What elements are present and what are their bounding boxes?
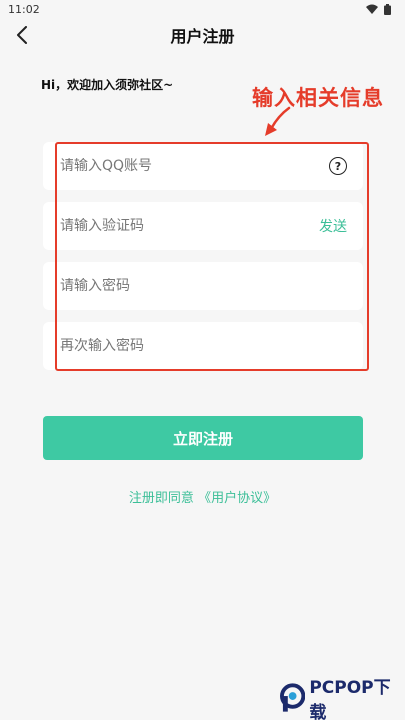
password-input[interactable]: [60, 278, 347, 294]
watermark-text: PCPOP下载: [309, 678, 391, 720]
status-icons: [366, 3, 391, 15]
back-arrow-icon: [17, 26, 27, 44]
wifi-icon: [366, 4, 378, 14]
agreement-prefix: 注册即同意: [128, 491, 199, 506]
watermark: PCPOP下载: [280, 678, 405, 720]
agreement-text: 注册即同意 《用户协议》: [0, 487, 405, 506]
back-button[interactable]: [10, 22, 34, 48]
greeting-text: Hi，欢迎加入须弥社区~: [41, 78, 174, 92]
password-field: [43, 262, 363, 310]
qq-field: ?: [43, 142, 363, 190]
qq-account-input[interactable]: [60, 158, 329, 174]
send-code-button[interactable]: 发送: [319, 216, 347, 236]
registration-form: ? 发送: [43, 140, 363, 376]
page-title: 用户注册: [170, 27, 235, 46]
confirm-password-input[interactable]: [60, 338, 347, 354]
battery-icon: [384, 3, 391, 15]
status-bar: 11:02: [0, 0, 405, 18]
help-symbol: ?: [334, 159, 342, 173]
app-bar: 用户注册: [0, 18, 405, 52]
annotation-arrow-icon: [265, 106, 291, 136]
register-button[interactable]: 立即注册: [43, 416, 363, 460]
help-circle-icon[interactable]: ?: [329, 157, 347, 175]
verification-code-input[interactable]: [60, 218, 319, 234]
status-time: 11:02: [8, 2, 40, 16]
confirm-password-field: [43, 322, 363, 370]
pcpop-logo-icon: [280, 683, 306, 712]
verification-code-field: 发送: [43, 202, 363, 250]
user-agreement-link[interactable]: 《用户协议》: [198, 491, 276, 506]
